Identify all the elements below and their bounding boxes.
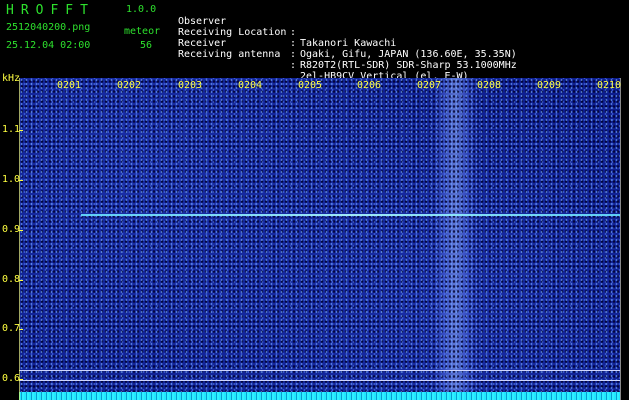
unit-label: kHz (2, 73, 21, 84)
y-tick-label: 1.0 (2, 174, 21, 185)
spectrogram[interactable] (19, 78, 621, 400)
x-tick-label: 0208 (477, 80, 502, 91)
x-tick-label: 0201 (57, 80, 82, 91)
x-tick-label: 0210 (597, 80, 622, 91)
y-tick-mark (19, 329, 23, 330)
y-tick-mark (19, 230, 23, 231)
y-tick-mark (19, 280, 23, 281)
x-tick-label: 0202 (117, 80, 142, 91)
right-border (620, 78, 621, 400)
y-tick-label: 1.1 (2, 124, 21, 135)
x-tick-label: 0206 (357, 80, 382, 91)
y-tick-label: 0.7 (2, 323, 21, 334)
y-tick-mark (19, 379, 23, 380)
x-tick-label: 0205 (298, 80, 323, 91)
header-panel: HROFFT 1.0.0 2512040200.png meteor 25.12… (0, 0, 629, 82)
y-tick-label: 0.9 (2, 224, 21, 235)
colon: : (290, 60, 297, 71)
carrier-line (81, 214, 621, 216)
signal-strength-bar (19, 392, 621, 400)
antenna-label: Receiving antenna (178, 49, 281, 60)
x-tick-label: 0209 (537, 80, 562, 91)
noise-texture (19, 78, 621, 400)
x-tick-label: 0204 (238, 80, 263, 91)
y-tick-label: 0.8 (2, 274, 21, 285)
x-tick-label: 0203 (178, 80, 203, 91)
y-tick-mark (19, 180, 23, 181)
y-tick-mark (19, 130, 23, 131)
marker-line-upper (19, 370, 621, 371)
marker-line-lower (19, 380, 621, 381)
x-tick-label: 0207 (417, 80, 442, 91)
y-tick-label: 0.6 (2, 373, 21, 384)
